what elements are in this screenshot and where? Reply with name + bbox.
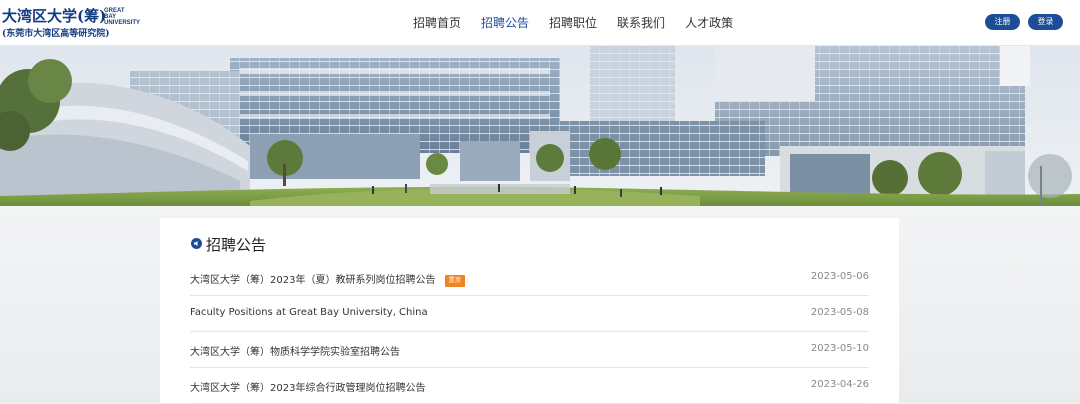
announcement-title[interactable]: 大湾区大学（筹）物质科学学院实验室招聘公告 <box>190 343 400 358</box>
main-nav: 招聘首页 招聘公告 招聘职位 联系我们 人才政策 <box>413 14 733 32</box>
university-logo[interactable]: 大湾区大学(筹) GREAT BAY UNIVERSITY (东莞市大湾区高等研… <box>2 5 142 41</box>
logo-english-name: GREAT BAY UNIVERSITY <box>104 8 140 26</box>
announcement-title[interactable]: Faculty Positions at Great Bay Universit… <box>190 307 428 318</box>
list-item[interactable]: Faculty Positions at Great Bay Universit… <box>190 296 869 332</box>
announcement-date: 2023-05-06 <box>810 271 869 282</box>
campus-banner-image <box>0 46 1080 206</box>
logo-subtitle: (东莞市大湾区高等研究院) <box>2 29 110 39</box>
register-button[interactable]: 注册 <box>985 14 1020 30</box>
campus-illustration <box>0 46 1080 206</box>
announcement-date: 2023-05-08 <box>810 307 869 318</box>
logo-chinese-name: 大湾区大学(筹) <box>2 7 107 25</box>
list-item[interactable]: 大湾区大学（筹）物质科学学院实验室招聘公告 2023-05-10 <box>190 332 869 368</box>
announcement-date: 2023-05-10 <box>810 343 869 354</box>
logo-english-line1: GREAT BAY <box>104 8 125 20</box>
list-item[interactable]: 大湾区大学（筹）2023年综合行政管理岗位招聘公告 2023-04-26 <box>190 368 869 404</box>
list-item[interactable]: 大湾区大学（筹）2023年（夏）教研系列岗位招聘公告 置顶 2023-05-06 <box>190 260 869 296</box>
nav-item-contact[interactable]: 联系我们 <box>617 14 665 32</box>
nav-item-positions[interactable]: 招聘职位 <box>549 14 597 32</box>
nav-item-home[interactable]: 招聘首页 <box>413 14 461 32</box>
announcement-title[interactable]: 大湾区大学（筹）2023年（夏）教研系列岗位招聘公告 置顶 <box>190 271 465 287</box>
announcement-date: 2023-04-26 <box>810 379 869 390</box>
nav-item-policy[interactable]: 人才政策 <box>685 14 733 32</box>
speaker-icon <box>191 238 202 249</box>
announcement-title-text[interactable]: 大湾区大学（筹）2023年（夏）教研系列岗位招聘公告 <box>190 275 435 286</box>
announcement-list: 大湾区大学（筹）2023年（夏）教研系列岗位招聘公告 置顶 2023-05-06… <box>190 260 869 404</box>
login-button[interactable]: 登录 <box>1028 14 1063 30</box>
announcement-panel: 招聘公告 大湾区大学（筹）2023年（夏）教研系列岗位招聘公告 置顶 2023-… <box>160 218 899 404</box>
panel-title: 招聘公告 <box>206 236 267 254</box>
nav-item-announcements[interactable]: 招聘公告 <box>481 14 529 32</box>
announcement-title[interactable]: 大湾区大学（筹）2023年综合行政管理岗位招聘公告 <box>190 379 425 394</box>
pinned-badge: 置顶 <box>444 275 465 287</box>
header: 大湾区大学(筹) GREAT BAY UNIVERSITY (东莞市大湾区高等研… <box>0 0 1080 46</box>
